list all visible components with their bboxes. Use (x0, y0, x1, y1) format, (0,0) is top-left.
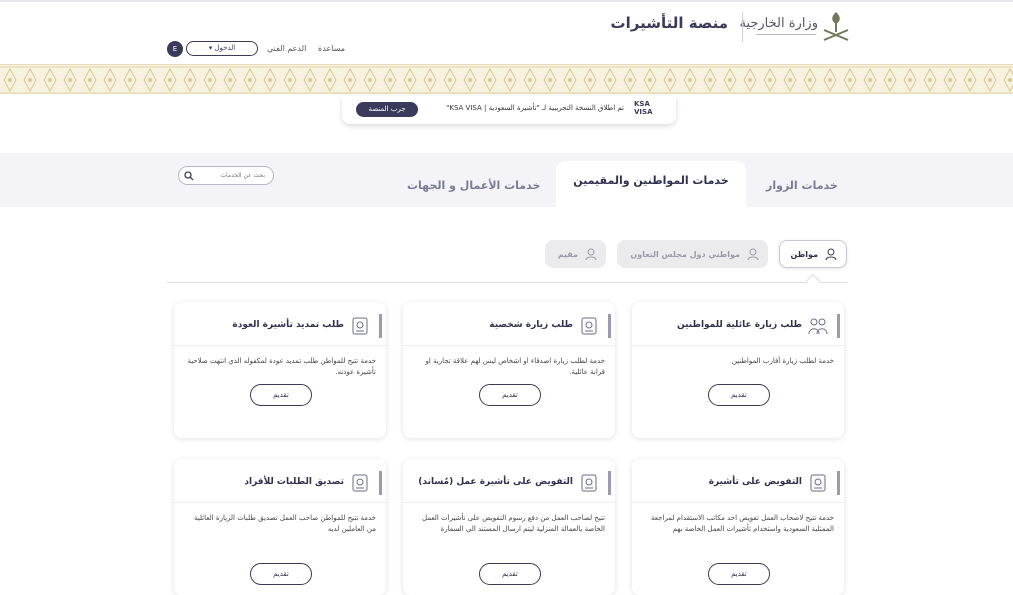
tab-business[interactable]: خدمات الأعمال و الجهات (407, 179, 540, 192)
passport-icon (352, 474, 368, 492)
service-card-visa-authorization: التفويض على تأشيرة خدمة تتيح لاصحاب العم… (632, 459, 844, 595)
card-header: طلب تمديد تأشيرة العودة (174, 302, 386, 346)
card-title: طلب زيارة شخصية (489, 320, 573, 330)
card-header: التفويض على تأشيرة (632, 459, 844, 503)
card-description: خدمة لطلب زيارة أقارب المواطنين (731, 357, 834, 365)
card-title: طلب زيارة عائلية للمواطنين (677, 320, 802, 330)
card-header: طلب زيارة عائلية للمواطنين (632, 302, 844, 346)
category-gcc[interactable]: مواطني دول مجلس التعاون (617, 240, 768, 268)
service-card-return-visa-extension: طلب تمديد تأشيرة العودة خدمة تتيح للمواط… (174, 302, 386, 438)
platform-title: منصة التأشيرات (610, 14, 728, 32)
emblem-icon (823, 12, 849, 41)
ksa-logo-line1: KSA (634, 100, 650, 108)
passport-icon (810, 474, 826, 492)
card-title: طلب تمديد تأشيرة العودة (232, 320, 344, 330)
ksa-logo-line2: VISA (634, 108, 653, 116)
card-title: التفويض على تأشيرة عمل (مُساند) (418, 477, 573, 487)
card-accent-bar (379, 471, 382, 495)
card-title: التفويض على تأشيرة (708, 477, 802, 487)
card-accent-bar (608, 471, 611, 495)
category-divider (167, 282, 847, 283)
header: وزارة الخارجية منصة التأشيرات مساعدة الد… (0, 2, 1013, 64)
tab-citizens-residents[interactable]: خدمات المواطنين والمقيمين (556, 161, 746, 207)
apply-button[interactable]: تقديم (479, 384, 541, 406)
card-description: خدمة لطلب زيارة اصدقاء او اشخاص ليس لهم … (425, 357, 605, 376)
passport-icon (581, 474, 597, 492)
card-accent-bar (379, 314, 382, 338)
active-category-pointer (805, 273, 821, 289)
header-divider (742, 12, 743, 42)
service-card-personal-visit: طلب زيارة شخصية خدمة لطلب زيارة اصدقاء ا… (403, 302, 615, 438)
search-icon[interactable] (184, 171, 194, 181)
try-platform-button[interactable]: جرب المنصة (356, 102, 418, 117)
passport-icon (352, 317, 368, 335)
language-button[interactable]: E (167, 41, 183, 57)
service-card-family-visit: طلب زيارة عائلية للمواطنين خدمة لطلب زيا… (632, 302, 844, 438)
card-title: تصديق الطلبات للأفراد (244, 477, 344, 487)
support-link[interactable]: الدعم الفني (267, 44, 306, 53)
category-citizen-label: مواطن (790, 249, 818, 259)
login-button[interactable]: الدخول ▾ (186, 41, 258, 56)
card-header: تصديق الطلبات للأفراد (174, 459, 386, 503)
category-citizen[interactable]: مواطن (779, 240, 847, 268)
ministry-name: وزارة الخارجية (739, 16, 818, 31)
apply-button[interactable]: تقديم (708, 384, 770, 406)
card-accent-bar (837, 471, 840, 495)
card-header: طلب زيارة شخصية (403, 302, 615, 346)
ksa-visa-logo: KSA VISA (634, 100, 660, 116)
card-accent-bar (608, 314, 611, 338)
decorative-pattern-band (0, 64, 1013, 94)
apply-button[interactable]: تقديم (708, 563, 770, 585)
card-description: خدمة تتيح لاصحاب العمل تفويض احد مكاتب ا… (651, 514, 834, 533)
card-header: التفويض على تأشيرة عمل (مُساند) (403, 459, 615, 503)
service-card-musaned-authorization: التفويض على تأشيرة عمل (مُساند) تتيح لصا… (403, 459, 615, 595)
apply-button[interactable]: تقديم (479, 563, 541, 585)
announcement-banner: KSA VISA تم اطلاق النسخة التجريبية لـ "ت… (342, 96, 676, 124)
help-link[interactable]: مساعدة (318, 44, 345, 53)
ministry-logo[interactable]: وزارة الخارجية (739, 10, 852, 44)
card-description: خدمة تتيح للمواطن طلب تمديد عودة لمكفوله… (187, 357, 376, 376)
apply-button[interactable]: تقديم (250, 563, 312, 585)
card-description: خدمة تتيح للمواطن صاحب العمل تصديق طلبات… (193, 514, 376, 533)
apply-button[interactable]: تقديم (250, 384, 312, 406)
card-accent-bar (837, 314, 840, 338)
service-card-request-attestation: تصديق الطلبات للأفراد خدمة تتيح للمواطن … (174, 459, 386, 595)
category-resident[interactable]: مقيم (545, 240, 606, 268)
passport-icon (581, 317, 597, 335)
category-gcc-label: مواطني دول مجلس التعاون (630, 249, 740, 259)
search-box[interactable] (178, 166, 274, 185)
ministry-underline (756, 34, 816, 37)
tab-visitors[interactable]: خدمات الزوار (766, 179, 838, 192)
family-icon (808, 318, 828, 335)
resident-icon (585, 248, 597, 261)
gcc-citizen-icon (747, 248, 759, 261)
announcement-text: تم اطلاق النسخة التجريبية لـ "تأشيرة الس… (446, 104, 624, 112)
citizen-icon (825, 248, 837, 261)
card-description: تتيح لصاحب العمل من دفع رسوم التفويض على… (422, 514, 605, 533)
category-resident-label: مقيم (557, 249, 578, 259)
pattern-icon (0, 65, 1013, 93)
search-input[interactable] (195, 172, 265, 179)
